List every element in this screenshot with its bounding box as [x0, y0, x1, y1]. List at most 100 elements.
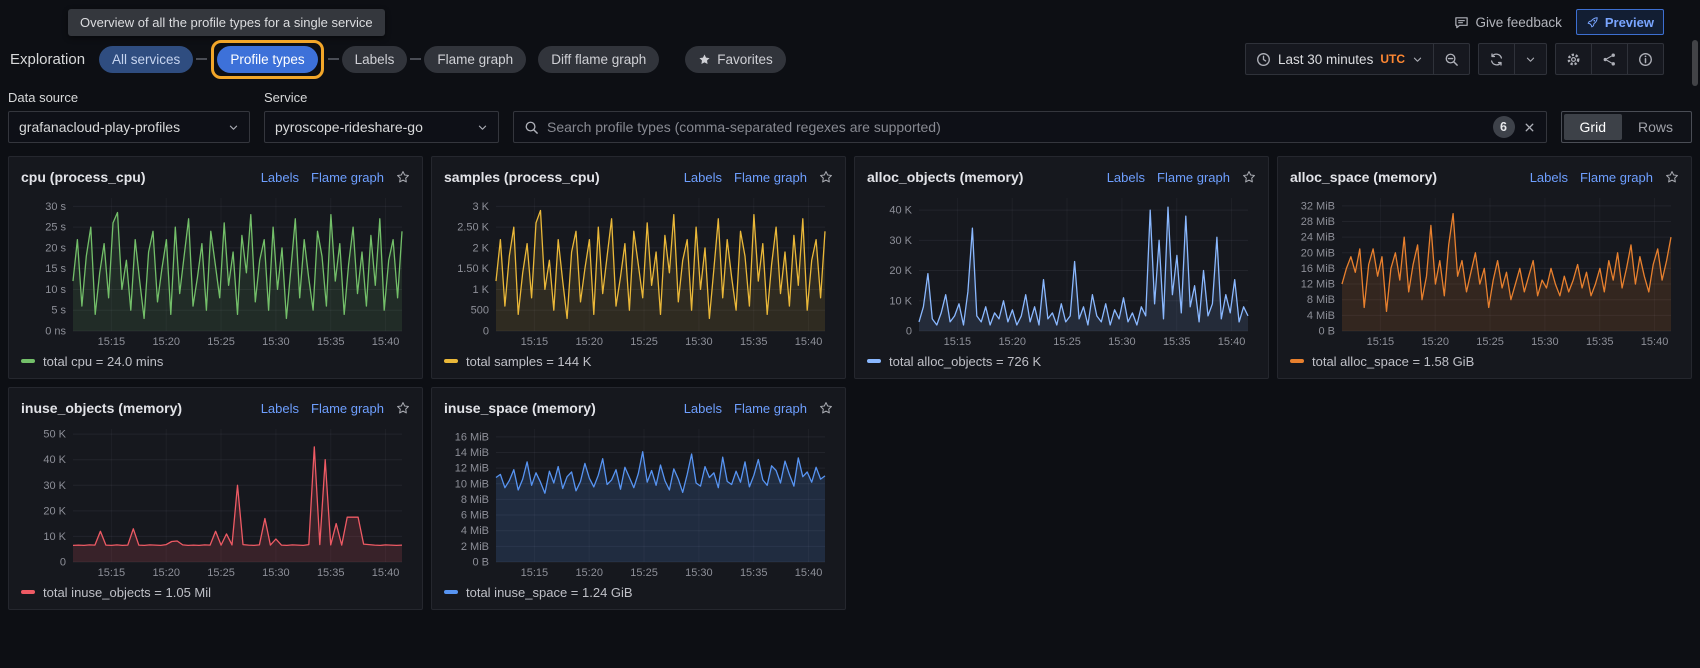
panel-title: cpu (process_cpu): [21, 169, 145, 185]
top-bar: Overview of all the profile types for a …: [0, 0, 1700, 36]
flame-graph-link[interactable]: Flame graph: [311, 401, 384, 416]
svg-text:15:25: 15:25: [630, 567, 658, 579]
share-button[interactable]: [1591, 44, 1627, 74]
tab-label: Flame graph: [437, 52, 513, 67]
svg-text:30 K: 30 K: [889, 235, 912, 247]
refresh-button[interactable]: [1479, 44, 1514, 74]
chart-cpu[interactable]: 15:1515:2015:2515:3015:3515:400 ns5 s10 …: [21, 190, 410, 349]
give-feedback-button[interactable]: Give feedback: [1454, 15, 1562, 30]
time-picker-group: Last 30 minutes UTC: [1245, 43, 1470, 75]
layout-option-rows[interactable]: Rows: [1622, 114, 1689, 140]
svg-text:0: 0: [60, 557, 66, 569]
search-icon: [524, 120, 539, 135]
flame-graph-link[interactable]: Flame graph: [734, 401, 807, 416]
chart-alloc_objects[interactable]: 15:1515:2015:2515:3015:3515:40010 K20 K3…: [867, 190, 1256, 349]
scrollbar-thumb[interactable]: [1692, 40, 1698, 86]
svg-text:1.50 K: 1.50 K: [457, 263, 489, 275]
legend-inuse_objects[interactable]: total inuse_objects = 1.05 Mil: [21, 580, 410, 604]
tab-labels[interactable]: Labels: [342, 46, 408, 73]
refresh-group: [1478, 43, 1547, 75]
legend-label: total alloc_objects = 726 K: [889, 354, 1041, 369]
chart-inuse_space[interactable]: 15:1515:2015:2515:3015:3515:400 B2 MiB4 …: [444, 421, 833, 580]
filter-bar: Data source grafanacloud-play-profiles S…: [0, 80, 1700, 143]
tab-all-services[interactable]: All services: [99, 46, 193, 73]
flame-graph-link[interactable]: Flame graph: [311, 170, 384, 185]
info-button[interactable]: [1627, 44, 1663, 74]
legend-alloc_space[interactable]: total alloc_space = 1.58 GiB: [1290, 349, 1679, 373]
flame-graph-link[interactable]: Flame graph: [734, 170, 807, 185]
time-range-picker[interactable]: Last 30 minutes UTC: [1246, 44, 1433, 74]
service-value: pyroscope-rideshare-go: [275, 119, 423, 135]
labels-link[interactable]: Labels: [1530, 170, 1568, 185]
labels-link[interactable]: Labels: [684, 170, 722, 185]
svg-text:1 K: 1 K: [472, 284, 489, 296]
rocket-icon: [1586, 16, 1599, 29]
tab-profile-types[interactable]: Profile types: [217, 46, 317, 73]
svg-text:15:35: 15:35: [1586, 336, 1614, 348]
chart-inuse_objects[interactable]: 15:1515:2015:2515:3015:3515:40010 K20 K3…: [21, 421, 410, 580]
svg-text:0 ns: 0 ns: [45, 326, 66, 338]
svg-text:16 MiB: 16 MiB: [455, 431, 489, 443]
zoom-out-icon: [1444, 52, 1459, 67]
favorite-star-icon[interactable]: [1242, 170, 1256, 184]
panel-title: samples (process_cpu): [444, 169, 600, 185]
svg-text:15:30: 15:30: [262, 336, 290, 348]
svg-text:15:40: 15:40: [1641, 336, 1669, 348]
panels-grid: cpu (process_cpu)LabelsFlame graph15:151…: [0, 156, 1700, 610]
panel-actions: Labels Flame graph: [1530, 170, 1679, 185]
chevron-down-icon: [477, 122, 488, 133]
legend-label: total cpu = 24.0 mins: [43, 354, 163, 369]
svg-text:15:20: 15:20: [152, 336, 180, 348]
chart-samples[interactable]: 15:1515:2015:2515:3015:3515:4005001 K1.5…: [444, 190, 833, 349]
give-feedback-label: Give feedback: [1476, 15, 1562, 30]
legend-cpu[interactable]: total cpu = 24.0 mins: [21, 349, 410, 373]
tab-flame-graph[interactable]: Flame graph: [424, 46, 526, 73]
svg-text:20 s: 20 s: [45, 242, 66, 254]
favorite-star-icon[interactable]: [396, 170, 410, 184]
timezone-label: UTC: [1380, 52, 1405, 66]
favorite-star-icon[interactable]: [819, 170, 833, 184]
tab-connector: [328, 58, 339, 60]
service-select[interactable]: pyroscope-rideshare-go: [264, 111, 499, 143]
svg-text:15:35: 15:35: [740, 336, 768, 348]
svg-text:15:15: 15:15: [944, 336, 972, 348]
zoom-out-button[interactable]: [1433, 44, 1469, 74]
svg-text:0: 0: [906, 326, 912, 338]
panel-header: alloc_space (memory)LabelsFlame graph: [1290, 164, 1679, 190]
labels-link[interactable]: Labels: [261, 401, 299, 416]
panel-alloc_objects: alloc_objects (memory)LabelsFlame graph1…: [854, 156, 1269, 379]
legend-swatch: [21, 590, 35, 594]
tooltip: Overview of all the profile types for a …: [68, 9, 385, 36]
preview-button[interactable]: Preview: [1576, 9, 1664, 35]
result-count-badge: 6: [1493, 116, 1515, 138]
clear-search-button[interactable]: [1523, 121, 1536, 134]
flame-graph-link[interactable]: Flame graph: [1580, 170, 1653, 185]
svg-text:5 s: 5 s: [51, 305, 66, 317]
tab-label: Profile types: [230, 52, 304, 67]
labels-link[interactable]: Labels: [1107, 170, 1145, 185]
feedback-area: Give feedback Preview: [1454, 9, 1664, 35]
labels-link[interactable]: Labels: [261, 170, 299, 185]
svg-text:15:25: 15:25: [630, 336, 658, 348]
svg-text:40 K: 40 K: [43, 454, 66, 466]
refresh-interval-dropdown[interactable]: [1514, 44, 1546, 74]
svg-text:20 MiB: 20 MiB: [1301, 247, 1335, 259]
settings-button[interactable]: [1556, 44, 1591, 74]
search-input[interactable]: [547, 119, 1485, 135]
favorite-star-icon[interactable]: [1665, 170, 1679, 184]
legend-alloc_objects[interactable]: total alloc_objects = 726 K: [867, 349, 1256, 373]
favorite-star-icon[interactable]: [819, 401, 833, 415]
chart-alloc_space[interactable]: 15:1515:2015:2515:3015:3515:400 B4 MiB8 …: [1290, 190, 1679, 349]
labels-link[interactable]: Labels: [684, 401, 722, 416]
svg-text:14 MiB: 14 MiB: [455, 447, 489, 459]
data-source-select[interactable]: grafanacloud-play-profiles: [8, 111, 250, 143]
panel-header: inuse_space (memory)LabelsFlame graph: [444, 395, 833, 421]
tab-favorites[interactable]: Favorites: [685, 46, 786, 73]
legend-inuse_space[interactable]: total inuse_space = 1.24 GiB: [444, 580, 833, 604]
favorite-star-icon[interactable]: [396, 401, 410, 415]
misc-actions-group: [1555, 43, 1664, 75]
tab-diff-flame-graph[interactable]: Diff flame graph: [538, 46, 659, 73]
flame-graph-link[interactable]: Flame graph: [1157, 170, 1230, 185]
legend-samples[interactable]: total samples = 144 K: [444, 349, 833, 373]
layout-option-grid[interactable]: Grid: [1564, 114, 1622, 140]
